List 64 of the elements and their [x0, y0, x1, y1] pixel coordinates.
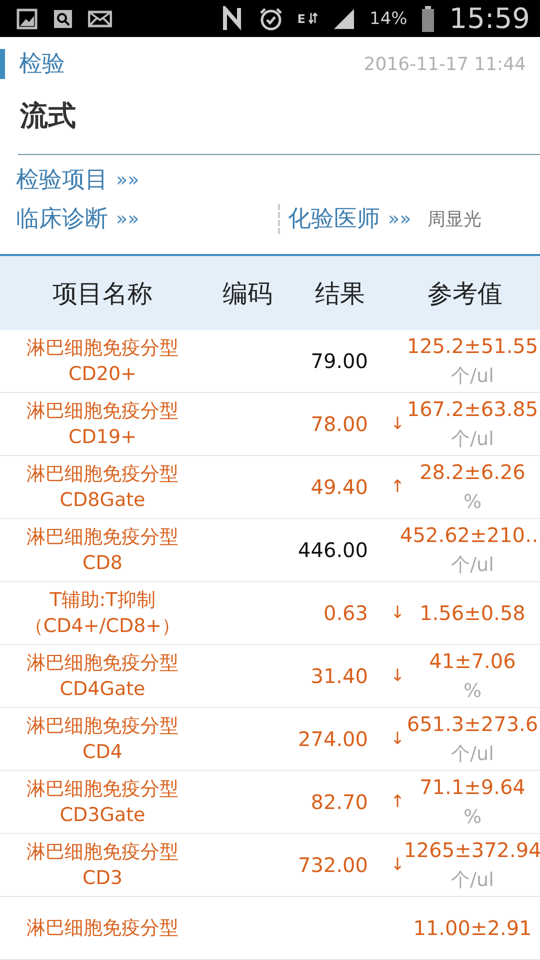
result-value: 732.00 [297, 853, 369, 877]
flag-arrow: ↑ [390, 477, 405, 497]
flag-arrow: ↑ [390, 792, 405, 812]
report-title: 流式 [18, 98, 77, 134]
section-label: 检验 [0, 49, 65, 79]
unit: % [463, 805, 482, 830]
alarm-icon [259, 6, 284, 30]
item-name: 淋巴细胞免疫分型 CD4 [26, 714, 180, 765]
reference-value: 452.62±210… [400, 522, 540, 549]
column-header: 编码 [222, 278, 274, 310]
result-value: 31.40 [310, 664, 369, 688]
item-name: 淋巴细胞免疫分型 CD4Gate [26, 651, 180, 702]
flag-arrow: ↓ [390, 666, 405, 686]
reference-value: 167.2±63.85 [406, 396, 538, 423]
item-name: 淋巴细胞免疫分型 CD3Gate [26, 777, 180, 828]
timestamp: 2016-11-17 11:44 [364, 54, 526, 74]
reference-value: 11.00±2.91 [413, 915, 532, 942]
item-name: 淋巴细胞免疫分型 CD8 [26, 525, 180, 576]
clock: 15:59 [449, 2, 530, 35]
doctor-name: 周显光 [427, 208, 482, 230]
flag-arrow: ↓ [390, 729, 405, 749]
item-name: 淋巴细胞免疫分型 [26, 916, 180, 941]
reference-value: 41±7.06 [429, 648, 516, 675]
battery-icon [421, 6, 436, 32]
column-header: 结果 [314, 278, 366, 310]
column-header: 项目名称 [52, 278, 154, 310]
section-link[interactable]: 检验项目 »» [16, 164, 140, 196]
reference-value: 28.2±6.26 [420, 459, 526, 486]
reference-value: 71.1±9.64 [420, 774, 526, 801]
unit: 个/ul [451, 868, 494, 893]
reference-value: 1.56±0.58 [420, 600, 526, 627]
result-value: 82.70 [310, 790, 369, 814]
result-value: 0.63 [322, 601, 369, 625]
item-name: 淋巴细胞免疫分型 CD3 [26, 840, 180, 891]
reference-value: 1265±372.94 [404, 837, 540, 864]
item-name: 淋巴细胞免疫分型 CD8Gate [26, 462, 180, 513]
item-name: T辅助:T抑制 （CD4+/CD8+） [23, 588, 182, 639]
image-icon [16, 8, 38, 30]
signal-icon [332, 6, 356, 30]
result-value: 446.00 [297, 538, 369, 562]
result-value: 49.40 [310, 475, 369, 499]
result-value: 79.00 [310, 349, 369, 373]
unit: 个/ul [451, 427, 494, 452]
column-header: 参考值 [426, 278, 504, 310]
reference-value: 651.3±273.6 [406, 711, 538, 738]
flag-arrow: ↓ [390, 414, 405, 434]
item-name: 淋巴细胞免疫分型 CD19+ [26, 399, 180, 450]
section-link[interactable]: 临床诊断 »» [16, 203, 140, 234]
unit: 个/ul [451, 553, 494, 578]
result-value: 274.00 [297, 727, 369, 751]
unit: 个/ul [451, 364, 494, 389]
section-link[interactable]: 化验医师 »» [288, 203, 412, 234]
battery-percent: 14% [370, 8, 408, 28]
reference-value: 125.2±51.55 [406, 333, 538, 360]
flag-arrow: ↓ [390, 603, 405, 623]
data-arrows-icon [308, 13, 318, 24]
item-name: 淋巴细胞免疫分型 CD20+ [26, 336, 180, 387]
flag-arrow: ↓ [390, 855, 405, 875]
result-value: 78.00 [310, 412, 369, 436]
unit: % [463, 679, 482, 704]
unit: % [463, 490, 482, 515]
network-type: E [297, 12, 306, 26]
unit: 个/ul [451, 742, 494, 767]
search-icon [52, 8, 74, 30]
